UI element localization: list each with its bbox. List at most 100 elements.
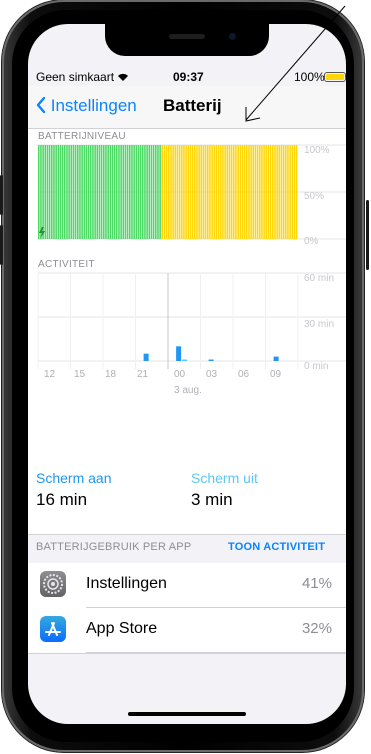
activity-bar-screen-on [176, 346, 182, 361]
battery-bar [220, 145, 222, 239]
screen-on-value: 16 min [36, 490, 88, 509]
back-label: Instellingen [50, 96, 137, 115]
battery-bar [291, 145, 294, 239]
activity-x-tick: 03 [206, 369, 218, 380]
activity-x-tick: 18 [105, 369, 117, 380]
usage-section-label: BATTERIJGEBRUIK PER APP [36, 541, 192, 553]
battery-bar [109, 145, 112, 239]
battery-bar [198, 145, 200, 239]
show-activity-button[interactable]: TOON ACTIVITEIT [228, 541, 325, 553]
activity-x-tick: 00 [174, 369, 186, 380]
wifi-icon [117, 70, 129, 84]
battery-bar [157, 145, 159, 239]
battery-bar [144, 145, 146, 239]
battery-bar [235, 145, 237, 239]
app-row-app-store[interactable]: App Store 32% [28, 608, 346, 653]
battery-bar [252, 145, 255, 239]
battery-bar [94, 145, 96, 239]
battery-bar [103, 145, 105, 239]
battery-bar [105, 145, 107, 239]
battery-bar [70, 145, 73, 239]
battery-bar [256, 145, 259, 239]
activity-bar-screen-off [182, 359, 188, 361]
battery-bar [241, 145, 244, 239]
battery-bar [118, 145, 120, 239]
battery-bar [74, 145, 77, 239]
battery-bar [287, 145, 289, 239]
battery-bar [209, 145, 211, 239]
battery-bar [122, 145, 125, 239]
battery-bar [90, 145, 92, 239]
battery-bar [137, 145, 140, 239]
screen-time-summary: Scherm aan 16 min Scherm uit 3 min [28, 424, 346, 535]
battery-y-tick: 0% [304, 236, 319, 247]
battery-bar [215, 145, 218, 239]
battery-bar [187, 145, 190, 239]
nav-bar: Instellingen Batterij [28, 86, 346, 129]
battery-bar [38, 145, 40, 239]
battery-bar [200, 145, 203, 239]
back-button[interactable]: Instellingen [36, 96, 137, 116]
clock: 09:37 [173, 70, 204, 84]
app-row-instellingen[interactable]: Instellingen 41% [28, 563, 346, 608]
home-indicator [128, 712, 246, 716]
battery-bar [267, 145, 270, 239]
activity-x-tick: 06 [238, 369, 250, 380]
activity-y-tick: 30 min [304, 319, 335, 330]
battery-bar [178, 145, 181, 239]
activity-x-tick: 09 [270, 369, 282, 380]
battery-bar [202, 145, 205, 239]
app-name: App Store [86, 620, 158, 637]
battery-bar [83, 145, 86, 239]
battery-bar [282, 145, 285, 239]
battery-bar [96, 145, 99, 239]
battery-bar [40, 145, 42, 239]
app-percent: 41% [301, 575, 332, 592]
battery-bar [185, 145, 187, 239]
battery-bar [194, 145, 196, 239]
battery-bar [68, 145, 70, 239]
battery-level-chart [38, 144, 346, 240]
battery-bar [111, 145, 114, 239]
battery-bar [59, 145, 62, 239]
battery-bar [124, 145, 127, 239]
battery-bar [152, 145, 155, 239]
battery-y-tick: 50% [304, 191, 325, 202]
battery-bar [269, 145, 272, 239]
battery-bar [183, 145, 185, 239]
battery-level-label: BATTERIJNIVEAU [38, 131, 126, 142]
battery-bar [259, 145, 261, 239]
battery-bar [142, 145, 144, 239]
activity-x-tick: 15 [74, 369, 86, 380]
battery-bar [87, 145, 90, 239]
battery-bar [207, 145, 209, 239]
battery-bar [261, 145, 263, 239]
battery-bar [42, 145, 44, 239]
battery-bar [107, 145, 109, 239]
battery-bar [181, 145, 183, 239]
battery-bar [254, 145, 257, 239]
battery-bar [222, 145, 224, 239]
battery-bar [46, 145, 49, 239]
battery-bar [204, 145, 207, 239]
battery-bar [272, 145, 274, 239]
battery-bar [217, 145, 220, 239]
battery-bar [135, 145, 138, 239]
activity-bar-screen-on [208, 359, 214, 361]
app-usage-list: Instellingen 41% App Store 32% [28, 563, 346, 654]
activity-label: ACTIVITEIT [38, 259, 95, 270]
battery-bar [230, 145, 233, 239]
battery-icon [324, 72, 346, 82]
battery-bar [72, 145, 75, 239]
carrier-label: Geen simkaart [36, 70, 129, 84]
battery-bar [57, 145, 60, 239]
battery-bar [79, 145, 81, 239]
battery-bar [168, 145, 170, 239]
battery-bar [265, 145, 268, 239]
battery-bar [77, 145, 79, 239]
battery-bar [120, 145, 122, 239]
status-bar: Geen simkaart 09:37 100% [28, 68, 346, 86]
battery-bar [155, 145, 157, 239]
battery-bar [250, 145, 252, 239]
battery-bar [196, 145, 198, 239]
